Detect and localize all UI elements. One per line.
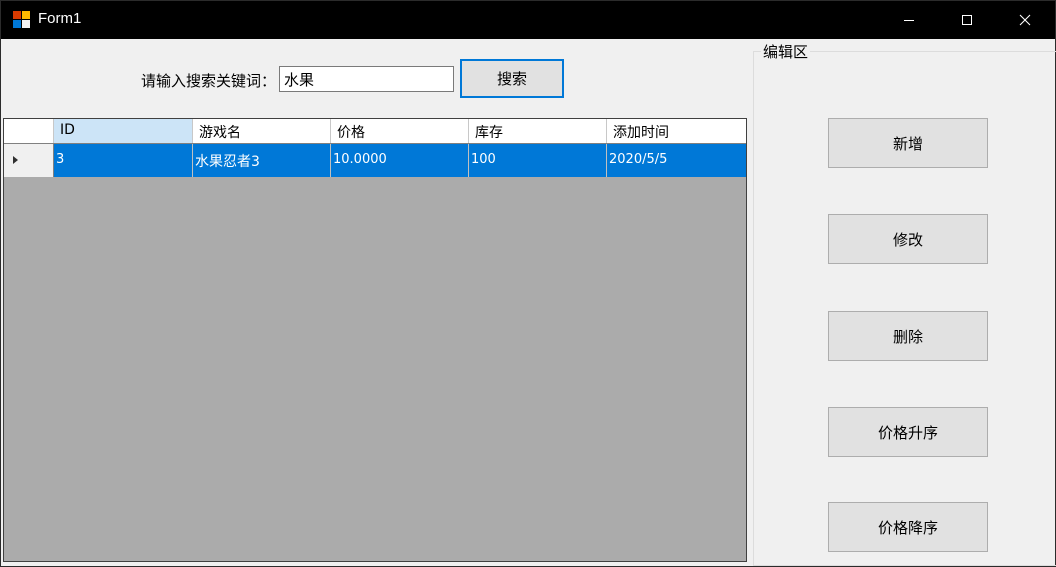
cell-price[interactable]: 10.0000 [331,144,469,177]
app-icon [13,11,31,28]
search-input[interactable]: 水果 [279,66,454,92]
column-header-id[interactable]: ID [54,119,193,143]
column-header-price[interactable]: 价格 [331,119,469,143]
main-window: Form1 请输入搜索关键词： 水果 搜索 ID 游戏名 价格 库存 添加时间 [0,0,1056,567]
search-label: 请输入搜索关键词： [141,72,277,90]
data-grid[interactable]: ID 游戏名 价格 库存 添加时间 3 水果忍者3 10.0000 100 20… [3,118,747,562]
row-header-corner[interactable] [4,119,54,143]
maximize-icon [962,15,972,25]
cell-id[interactable]: 3 [54,144,193,177]
sort-price-desc-button[interactable]: 价格降序 [828,502,988,552]
cell-stock[interactable]: 100 [469,144,607,177]
grid-header: ID 游戏名 价格 库存 添加时间 [4,119,746,144]
table-row[interactable]: 3 水果忍者3 10.0000 100 2020/5/5 [4,144,746,177]
cell-name[interactable]: 水果忍者3 [193,144,331,177]
add-button[interactable]: 新增 [828,118,988,168]
close-button[interactable] [996,1,1054,39]
close-icon [1019,14,1031,26]
column-header-added-time[interactable]: 添加时间 [607,119,746,143]
column-header-stock[interactable]: 库存 [469,119,607,143]
window-title: Form1 [38,10,82,27]
sort-price-asc-button[interactable]: 价格升序 [828,407,988,457]
column-header-name[interactable]: 游戏名 [193,119,331,143]
form-client-area: 请输入搜索关键词： 水果 搜索 ID 游戏名 价格 库存 添加时间 3 水果忍者… [1,39,1056,566]
minimize-icon [904,20,914,21]
current-row-arrow-icon [13,156,18,164]
edit-button[interactable]: 修改 [828,214,988,264]
editor-group-title: 编辑区 [761,41,811,62]
search-button[interactable]: 搜索 [460,59,564,98]
title-bar[interactable]: Form1 [1,1,1055,39]
row-header[interactable] [4,144,54,177]
minimize-button[interactable] [880,1,938,39]
cell-added-time[interactable]: 2020/5/5 [607,144,746,177]
delete-button[interactable]: 删除 [828,311,988,361]
maximize-button[interactable] [938,1,996,39]
